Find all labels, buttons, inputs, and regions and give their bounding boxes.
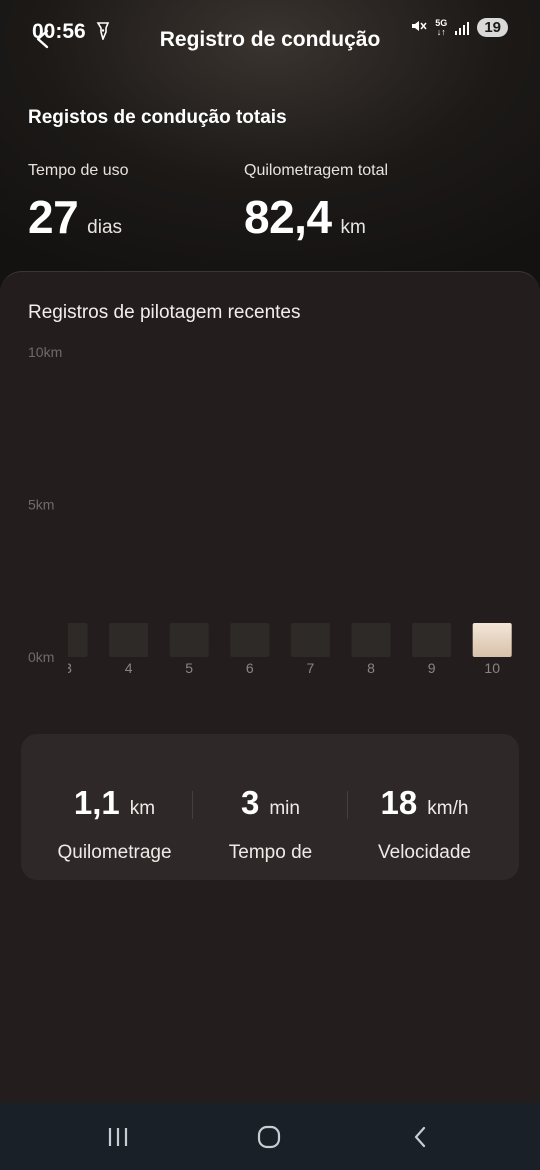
time-unit: min xyxy=(269,798,300,819)
usage-stat: 27 dias xyxy=(28,190,122,244)
time-value: 3 xyxy=(241,784,260,821)
chart-bar-6[interactable] xyxy=(230,623,270,657)
mileage-value: 82,4 xyxy=(244,191,332,243)
time-label: Tempo de xyxy=(228,842,313,863)
mileage-label: Quilometragem total xyxy=(244,162,389,179)
distance-label: Quilometrage xyxy=(57,842,172,863)
ride-summary: 1,1 km Quilometrage 3 min Tempo de 18 km… xyxy=(21,734,519,880)
y-tick-label: 5km xyxy=(28,497,54,513)
speed-label: Velocidade xyxy=(378,842,471,863)
x-tick-label: 4 xyxy=(125,660,133,676)
recents-icon[interactable] xyxy=(58,1103,178,1170)
usage-label: Tempo de uso xyxy=(28,162,129,179)
speed-metric: 18 km/h Velocidade xyxy=(347,734,502,880)
chart-bar-5[interactable] xyxy=(169,623,209,657)
summary-divider xyxy=(347,791,348,819)
distance-value: 1,1 xyxy=(73,784,120,821)
recent-rides-chart[interactable]: 10km 5km 0km 3 4 5 6 7 8 9 10 xyxy=(0,330,540,690)
chart-bar-10[interactable] xyxy=(472,623,512,657)
summary-divider xyxy=(192,791,193,819)
system-nav-bar xyxy=(0,1103,540,1170)
x-tick-label: 7 xyxy=(307,660,315,676)
x-tick-label: 5 xyxy=(185,660,193,676)
time-metric: 3 min Tempo de xyxy=(193,734,348,880)
back-icon[interactable] xyxy=(360,1103,480,1170)
recent-records-title: Registros de pilotagem recentes xyxy=(28,302,301,323)
screen: 00:56 5G ↓↑ 19 Registro de condução Regis… xyxy=(0,0,540,1170)
speed-unit: km/h xyxy=(427,798,469,819)
x-tick-label: 10 xyxy=(484,660,500,676)
y-tick-label: 0km xyxy=(28,649,54,665)
mileage-unit: km xyxy=(340,217,366,238)
usage-value: 27 xyxy=(28,191,79,243)
y-tick-label: 10km xyxy=(28,344,62,360)
x-tick-label: 8 xyxy=(367,660,375,676)
usage-unit: dias xyxy=(87,217,123,238)
x-tick-label: 9 xyxy=(428,660,436,676)
distance-unit: km xyxy=(129,798,156,819)
home-icon[interactable] xyxy=(209,1103,329,1170)
chart-bar-8[interactable] xyxy=(351,623,391,657)
page-title: Registro de condução xyxy=(159,28,381,51)
speed-value: 18 xyxy=(380,784,418,821)
chart-bar-7[interactable] xyxy=(290,623,330,657)
chart-bar-4[interactable] xyxy=(109,623,149,657)
x-tick-label: 6 xyxy=(246,660,254,676)
totals-title: Registos de condução totais xyxy=(28,107,287,128)
mileage-stat: 82,4 km xyxy=(244,190,366,244)
chart-bar-9[interactable] xyxy=(412,623,452,657)
distance-metric: 1,1 km Quilometrage xyxy=(37,734,192,880)
x-tick-label: 3 xyxy=(64,660,72,676)
